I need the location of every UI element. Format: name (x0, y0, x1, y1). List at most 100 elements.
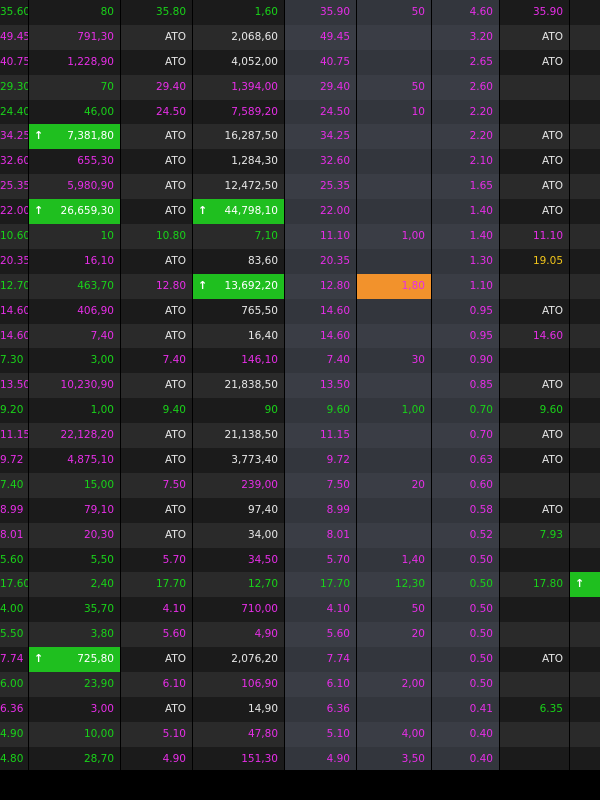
table-cell: 83,60 (193, 248, 285, 274)
table-row[interactable]: 5.60 5,50 5.70 34,50 5.70 1,40 0.50 (0, 547, 600, 573)
table-cell: 6.00 (0, 672, 29, 697)
table-cell: 10,00 (29, 721, 121, 747)
table-cell: 1.65 (432, 174, 500, 200)
table-cell: 7.50 (121, 472, 193, 498)
table-row[interactable]: 49.45 791,30 ATO 2,068,60 49.45 3.20 ATO (0, 24, 600, 50)
table-cell: 2.20 (432, 124, 500, 150)
cell-value: ATO (164, 379, 186, 392)
cell-value: 1.30 (469, 254, 493, 267)
table-row[interactable]: 7.40 15,00 7.50 239,00 7.50 20 0.60 (0, 472, 600, 498)
table-row[interactable]: 8.99 79,10 ATO 97,40 8.99 0.58 ATO (0, 497, 600, 523)
cell-value: 28,70 (83, 752, 114, 765)
cell-value: 35,70 (83, 603, 114, 616)
table-cell: 20 (357, 622, 432, 648)
table-cell: 2.65 (432, 49, 500, 75)
table-row[interactable]: 35.60 80 35.80 1,60 35.90 50 4.60 35.90 (0, 0, 600, 25)
cell-value: 70 (100, 80, 114, 93)
cell-value: 4,00 (401, 727, 425, 740)
table-cell: ↑ 26,659,30 (29, 199, 121, 225)
cell-value: 2.20 (469, 130, 493, 143)
cell-value: 22.00 (0, 205, 29, 218)
table-cell: 5.60 (0, 547, 29, 573)
table-row[interactable]: 9.72 4,875,10 ATO 3,773,40 9.72 0.63 ATO (0, 448, 600, 473)
table-row[interactable]: 13.50 10,230,90 ATO 21,838,50 13.50 0.85 ATO (0, 373, 600, 399)
cell-value: 0.50 (469, 678, 493, 691)
table-row[interactable]: 11.15 22,128,20 ATO 21,138,50 11.15 0.70 ATO (0, 423, 600, 449)
table-row[interactable]: 4.80 28,70 4.90 151,30 4.90 3,50 0.40 (0, 746, 600, 772)
table-row[interactable]: 12.70 463,70 12.80 ↑ 13,692,20 12.80 1,80 1.10 (0, 273, 600, 299)
table-row[interactable]: 4.00 35,70 4.10 710,00 4.10 50 0.50 (0, 597, 600, 623)
cell-value: 24.50 (319, 105, 350, 118)
table-row[interactable]: 7.74 ↑ 725,80 ATO 2,076,20 7.74 0.50 ATO (0, 647, 600, 673)
table-cell (357, 199, 432, 225)
table-row[interactable]: 22.00 ↑ 26,659,30 ATO ↑ 44,798,10 22.00 1.40 ATO (0, 199, 600, 225)
edge-cell (570, 323, 600, 349)
table-cell (357, 149, 432, 175)
table-cell: 34,00 (193, 522, 285, 548)
cell-value: 20,30 (83, 528, 114, 541)
table-row[interactable]: 6.36 3,00 ATO 14,90 6.36 0.41 6.35 (0, 696, 600, 722)
table-cell: ATO (500, 298, 570, 324)
table-row[interactable]: 29.30 70 29.40 1,394,00 29.40 50 2.60 (0, 74, 600, 100)
table-cell: 30 (357, 348, 432, 374)
cell-value: 29.30 (0, 80, 29, 93)
table-cell: ATO (500, 199, 570, 225)
cell-value: 1,00 (90, 404, 114, 417)
cell-value: 12.70 (0, 279, 29, 292)
table-row[interactable]: 10.60 10 10.80 7,10 11.10 1,00 1.40 11.10 (0, 224, 600, 249)
table-cell: ATO (121, 522, 193, 548)
table-cell: 24.50 (121, 99, 193, 125)
table-cell: 79,10 (29, 497, 121, 523)
cell-value: 725,80 (77, 653, 114, 666)
table-row[interactable]: 24.40 46,00 24.50 7,589,20 24.50 10 2.20 (0, 99, 600, 125)
table-row[interactable]: 4.90 10,00 5.10 47,80 5.10 4,00 0.40 (0, 721, 600, 747)
table-cell: 7.74 (0, 647, 29, 673)
table-row[interactable]: 17.60 2,40 17.70 12,70 17.70 12,30 0.50 17.80 ↑ (0, 572, 600, 598)
arrow-up-icon: ↑ (198, 278, 208, 292)
table-cell: 4,052,00 (193, 49, 285, 75)
table-row[interactable]: 25.35 5,980,90 ATO 12,472,50 25.35 1.65 ATO (0, 174, 600, 200)
table-row[interactable]: 34.25 ↑ 7,381,80 ATO 16,287,50 34.25 2.20 ATO (0, 124, 600, 150)
table-cell: 13.50 (285, 373, 357, 399)
table-row[interactable]: 40.75 1,228,90 ATO 4,052,00 40.75 2.65 ATO (0, 49, 600, 75)
table-row[interactable]: 6.00 23,90 6.10 106,90 6.10 2,00 0.50 (0, 672, 600, 697)
cell-value: 47,80 (247, 727, 278, 740)
table-row[interactable]: 20.35 16,10 ATO 83,60 20.35 1.30 19.05 (0, 248, 600, 274)
table-cell (357, 647, 432, 673)
table-cell: 5.60 (285, 622, 357, 648)
cell-value: 8.99 (326, 503, 350, 516)
cell-value: 6.36 (326, 702, 350, 715)
cell-value: 90 (264, 404, 278, 417)
cell-value: 4.10 (162, 603, 186, 616)
table-cell: 13.50 (0, 373, 29, 399)
table-cell: 34.25 (0, 124, 29, 150)
cell-value: 34.25 (319, 130, 350, 143)
table-cell: 7.50 (285, 472, 357, 498)
cell-value: 0.58 (469, 503, 493, 516)
cell-value: 4.90 (326, 752, 350, 765)
table-cell (357, 497, 432, 523)
table-row[interactable]: 14.60 7,40 ATO 16,40 14.60 0.95 14.60 (0, 323, 600, 349)
table-cell: 80 (29, 0, 121, 25)
table-cell: 1,40 (357, 547, 432, 573)
arrow-up-icon: ↑ (34, 204, 44, 218)
cell-value: 21,838,50 (224, 379, 278, 392)
table-row[interactable]: 9.20 1,00 9.40 90 9.60 1,00 0.70 9.60 (0, 398, 600, 424)
table-cell: 11.15 (0, 423, 29, 449)
table-cell: 3,80 (29, 622, 121, 648)
table-row[interactable]: 7.30 3,00 7.40 146,10 7.40 30 0.90 (0, 348, 600, 374)
table-cell: ATO (500, 647, 570, 673)
table-row[interactable]: 8.01 20,30 ATO 34,00 8.01 0.52 7.93 (0, 522, 600, 548)
table-row[interactable]: 14.60 406,90 ATO 765,50 14.60 0.95 ATO (0, 298, 600, 324)
arrow-up-icon: ↑ (34, 129, 44, 143)
cell-value: 2.60 (469, 80, 493, 93)
table-cell: 2.20 (432, 99, 500, 125)
cell-value: 0.70 (469, 404, 493, 417)
table-row[interactable]: 32.60 655,30 ATO 1,284,30 32.60 2.10 ATO (0, 149, 600, 175)
table-cell: 0.50 (432, 672, 500, 697)
table-cell (500, 273, 570, 299)
table-row[interactable]: 5.50 3,80 5.60 4,90 5.60 20 0.50 (0, 622, 600, 648)
cell-value: 97,40 (247, 503, 278, 516)
edge-cell (570, 547, 600, 573)
table-cell: 11.10 (500, 224, 570, 249)
